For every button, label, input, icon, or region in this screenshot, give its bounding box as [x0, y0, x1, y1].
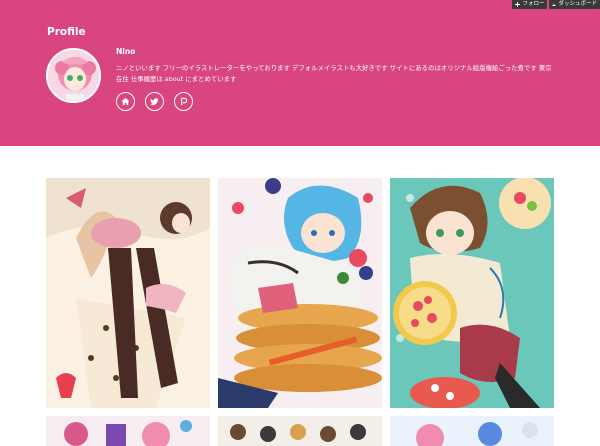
- pixiv-link[interactable]: [174, 92, 193, 111]
- home-icon: [121, 97, 130, 106]
- pixiv-icon: [181, 97, 188, 106]
- plus-icon: [515, 2, 521, 7]
- dashboard-button[interactable]: ダッシュボード: [549, 0, 600, 9]
- page-title: Profile: [47, 26, 86, 38]
- home-link[interactable]: [116, 92, 135, 111]
- twitter-link[interactable]: [145, 92, 164, 111]
- twitter-icon: [150, 98, 159, 106]
- follow-button[interactable]: フォロー: [512, 0, 548, 9]
- profile-name: Nino: [116, 47, 136, 56]
- gallery-image-fruit-tart-girl[interactable]: [390, 178, 554, 408]
- dashboard-label: ダッシュボード: [558, 1, 597, 7]
- profile-header: Profile Nino ニノといいます フリーのイラストレーターをやっておりま…: [0, 0, 600, 146]
- profile-bio: ニノといいます フリーのイラストレーターをやっております デフォルメイラストも大…: [116, 64, 552, 83]
- gallery-image-pancake-girl[interactable]: [218, 178, 382, 408]
- follow-label: フォロー: [522, 1, 545, 7]
- social-links: [116, 92, 193, 111]
- gallery-image-row2-1[interactable]: [46, 416, 210, 446]
- gallery-image-row2-3[interactable]: [390, 416, 554, 446]
- home-icon: [552, 3, 557, 6]
- avatar: [46, 48, 101, 103]
- gallery-image-strawberry-cake-girl[interactable]: [46, 178, 210, 408]
- top-toolbar: フォロー ダッシュボード: [512, 0, 600, 9]
- gallery-image-row2-2[interactable]: [218, 416, 382, 446]
